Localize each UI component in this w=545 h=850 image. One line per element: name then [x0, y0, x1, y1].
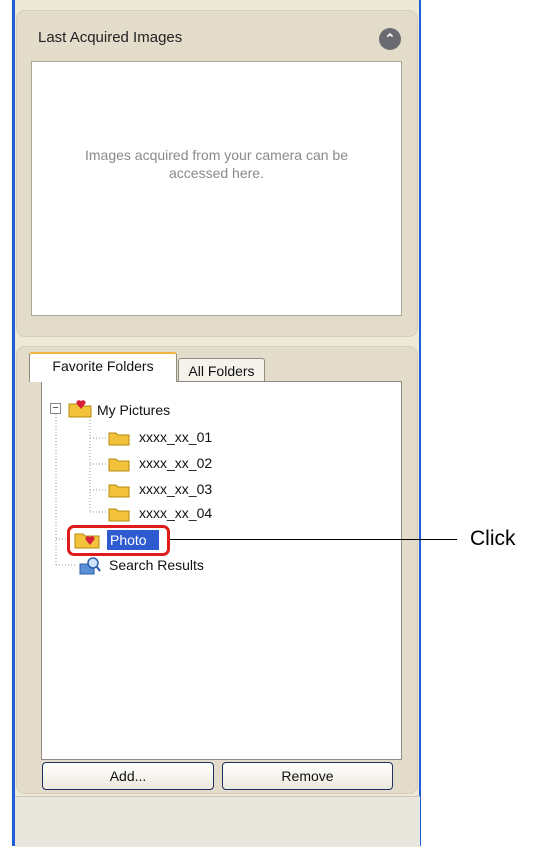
tab-favorite-folders[interactable]: Favorite Folders: [29, 352, 177, 382]
callout-label: Click: [470, 527, 516, 550]
add-button[interactable]: Add...: [42, 762, 214, 790]
tree-connector-lines: [55, 414, 108, 566]
status-bar: [15, 796, 420, 847]
tree-item-search-results[interactable]: Search Results: [109, 556, 204, 574]
folder-icon: [108, 508, 130, 522]
tree-item-my-pictures[interactable]: My Pictures: [97, 401, 170, 419]
collapse-tree-icon[interactable]: −: [50, 403, 61, 414]
tree-item-folder[interactable]: xxxx_xx_01: [139, 428, 212, 446]
folder-icon: [108, 458, 130, 472]
search-icon: [79, 557, 101, 575]
tree-item-folder[interactable]: xxxx_xx_03: [139, 480, 212, 498]
tree-item-folder[interactable]: xxxx_xx_02: [139, 454, 212, 472]
remove-button[interactable]: Remove: [222, 762, 393, 790]
folder-icon: [108, 432, 130, 446]
callout-line: [170, 539, 457, 540]
my-pictures-icon: [68, 400, 92, 418]
tree-item-folder[interactable]: xxxx_xx_04: [139, 504, 212, 522]
click-target-highlight: [67, 525, 170, 556]
folder-icon: [108, 484, 130, 498]
